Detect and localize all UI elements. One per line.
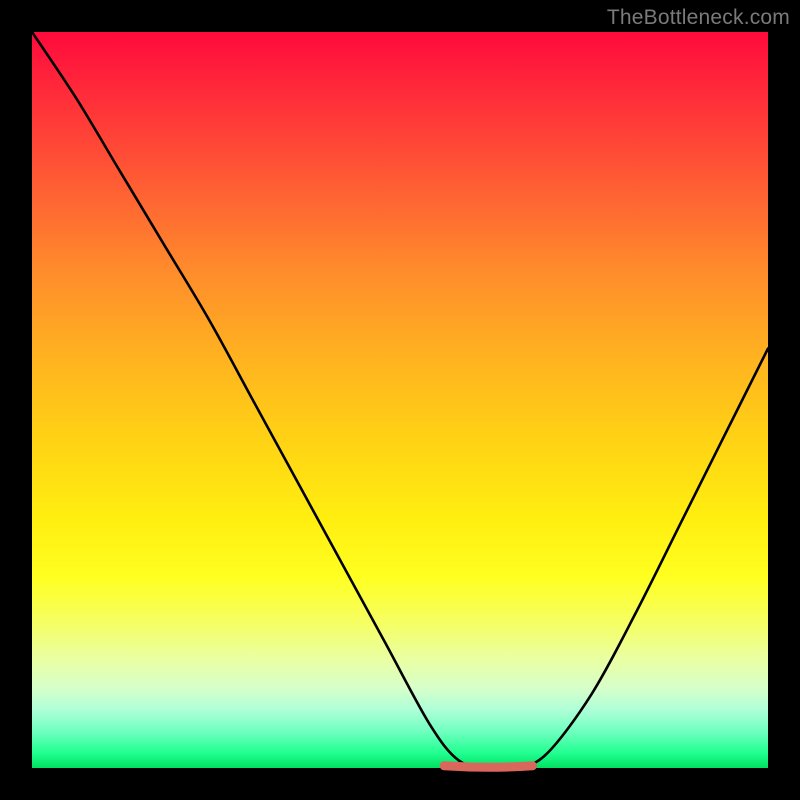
watermark-text: TheBottleneck.com	[607, 6, 790, 30]
bottleneck-curve-svg	[32, 32, 768, 768]
chart-frame: TheBottleneck.com	[0, 0, 800, 800]
bottleneck-curve-path	[32, 32, 768, 769]
optimal-range-marker	[444, 766, 532, 768]
